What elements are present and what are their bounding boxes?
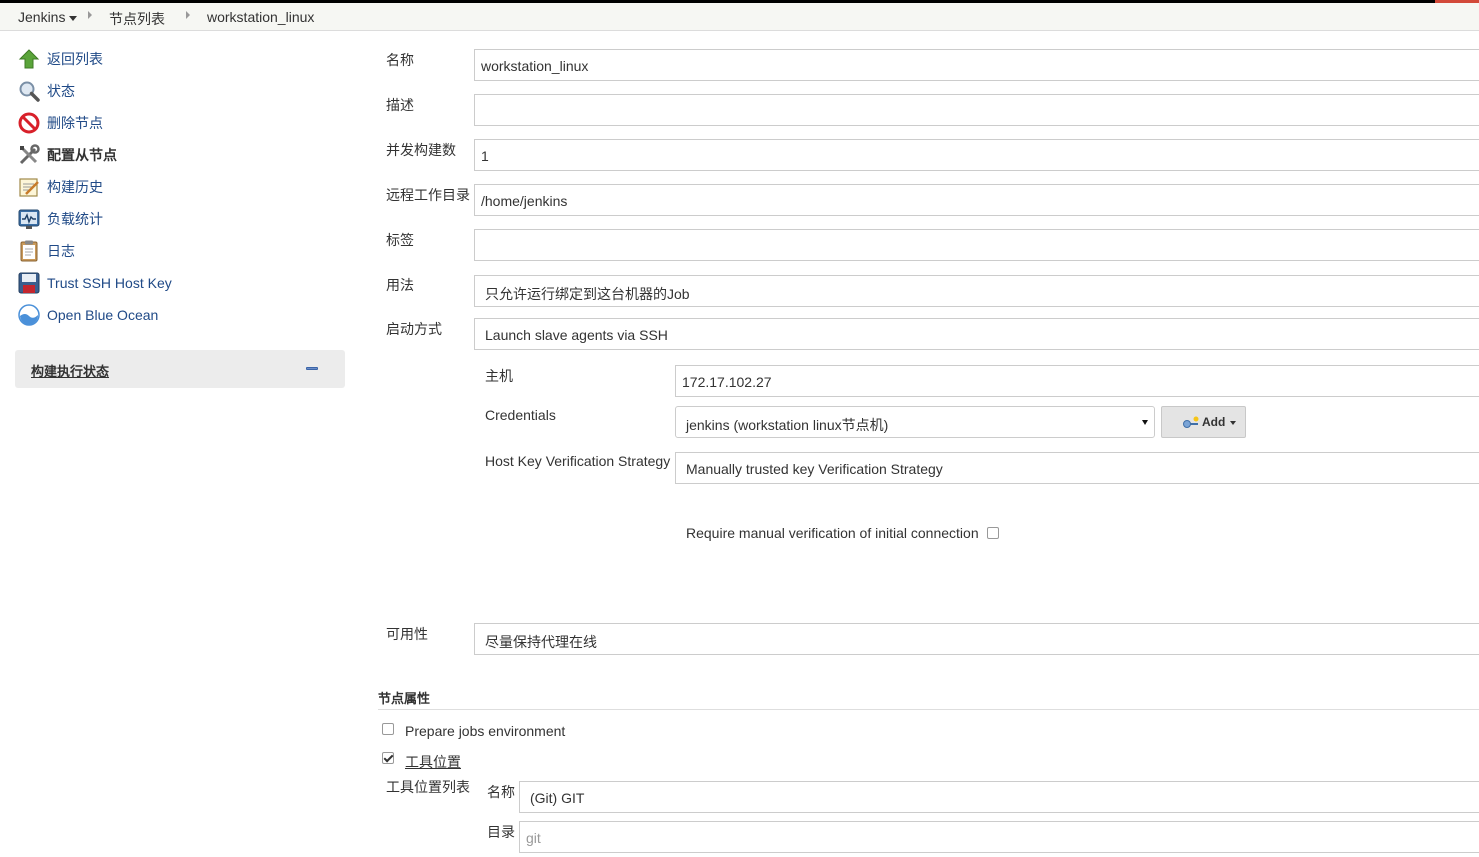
executors-label: 并发构建数	[386, 142, 456, 158]
prepare-env-label: Prepare jobs environment	[405, 723, 566, 739]
key-icon	[1182, 416, 1200, 433]
sidebar-item-delete-node[interactable]: 删除节点	[17, 111, 103, 135]
sidebar-item-label: Trust SSH Host Key	[47, 275, 172, 291]
sidebar-item-label: 负载统计	[47, 211, 103, 227]
sidebar-item-trust-ssh-host-key[interactable]: Trust SSH Host Key	[17, 271, 172, 295]
require-manual-verification-checkbox[interactable]	[987, 527, 999, 539]
host-field[interactable]: 172.17.102.27	[675, 365, 1479, 397]
tool-name-select[interactable]: (Git) GIT	[519, 781, 1479, 813]
prepare-env-checkbox[interactable]	[382, 723, 394, 735]
usage-select[interactable]: 只允许运行绑定到这台机器的Job	[474, 275, 1479, 307]
dropdown-arrow-icon	[1142, 420, 1148, 425]
magnifier-icon	[17, 79, 41, 103]
add-credentials-button[interactable]: Add	[1161, 406, 1246, 438]
breadcrumb-jenkins[interactable]: Jenkins	[18, 9, 78, 25]
credentials-select[interactable]: jenkins (workstation linux节点机)	[675, 406, 1155, 438]
caret-down-icon[interactable]	[69, 15, 78, 21]
breadcrumb-separator-icon	[186, 11, 190, 19]
sidebar-item-label: 配置从节点	[47, 147, 117, 163]
sidebar-item-load-statistics[interactable]: 负载统计	[17, 207, 103, 231]
sidebar-item-label: Open Blue Ocean	[47, 307, 159, 323]
tools-icon	[17, 143, 41, 167]
up-arrow-icon	[17, 47, 41, 71]
caret-down-icon	[1230, 421, 1236, 425]
labels-field[interactable]	[474, 229, 1479, 261]
remote-dir-field[interactable]: /home/jenkins	[474, 184, 1479, 216]
sidebar-item-label: 构建历史	[47, 179, 103, 195]
blue-ocean-icon	[17, 303, 41, 327]
sidebar-item-label: 返回列表	[47, 51, 103, 67]
sidebar-item-configure-node[interactable]: 配置从节点	[17, 143, 117, 167]
launch-method-label: 启动方式	[386, 321, 442, 337]
hkvs-label: Host Key Verification Strategy	[485, 453, 671, 469]
floppy-disk-icon	[17, 271, 41, 295]
sidebar-item-label: 状态	[47, 83, 75, 99]
tool-dir-label: 目录	[487, 824, 515, 840]
sidebar-item-status[interactable]: 状态	[17, 79, 75, 103]
breadcrumb: Jenkins 节点列表 workstation_linux	[0, 3, 1479, 31]
clipboard-icon	[17, 239, 41, 263]
usage-label: 用法	[386, 277, 414, 293]
launch-method-select[interactable]: Launch slave agents via SSH	[474, 318, 1479, 350]
tool-dir-field[interactable]: git	[519, 821, 1479, 853]
add-button-label: Add	[1202, 415, 1226, 429]
sidebar-item-label: 日志	[47, 243, 75, 259]
credentials-label: Credentials	[485, 407, 556, 423]
sidebar-item-build-history[interactable]: 构建历史	[17, 175, 103, 199]
tool-list-label: 工具位置列表	[386, 779, 470, 795]
sidebar-item-log[interactable]: 日志	[17, 239, 75, 263]
notepad-icon	[17, 175, 41, 199]
availability-select[interactable]: 尽量保持代理在线	[474, 623, 1479, 655]
no-entry-icon	[17, 111, 41, 135]
sidebar-item-back-to-list[interactable]: 返回列表	[17, 47, 103, 71]
name-field[interactable]: workstation_linux	[474, 49, 1479, 81]
tool-locations-label: 工具位置	[405, 754, 461, 770]
breadcrumb-separator-icon	[88, 11, 92, 19]
availability-label: 可用性	[386, 626, 428, 642]
hkvs-select[interactable]: Manually trusted key Verification Strate…	[675, 452, 1479, 484]
breadcrumb-current[interactable]: workstation_linux	[207, 9, 314, 25]
breadcrumb-jenkins-label: Jenkins	[18, 9, 66, 25]
credentials-select-value: jenkins (workstation linux节点机)	[686, 417, 889, 433]
executor-status-panel: 构建执行状态	[15, 350, 345, 388]
sidebar-item-label: 删除节点	[47, 115, 103, 131]
remote-dir-label: 远程工作目录	[386, 187, 470, 203]
description-label: 描述	[386, 97, 414, 113]
labels-label: 标签	[386, 232, 414, 248]
require-manual-verification-label: Require manual verification of initial c…	[686, 525, 979, 541]
name-label: 名称	[386, 52, 414, 68]
breadcrumb-nodes[interactable]: 节点列表	[109, 9, 165, 29]
monitor-graph-icon	[17, 207, 41, 231]
section-divider	[378, 709, 1479, 710]
executor-status-link[interactable]: 构建执行状态	[31, 361, 109, 380]
tool-locations-checkbox[interactable]	[382, 752, 394, 764]
executors-field[interactable]: 1	[474, 139, 1479, 171]
host-label: 主机	[485, 368, 513, 384]
node-properties-title: 节点属性	[378, 691, 431, 706]
sidebar-item-open-blue-ocean[interactable]: Open Blue Ocean	[17, 303, 158, 327]
tool-name-label: 名称	[487, 784, 515, 800]
description-field[interactable]	[474, 94, 1479, 126]
collapse-icon[interactable]	[306, 367, 318, 370]
